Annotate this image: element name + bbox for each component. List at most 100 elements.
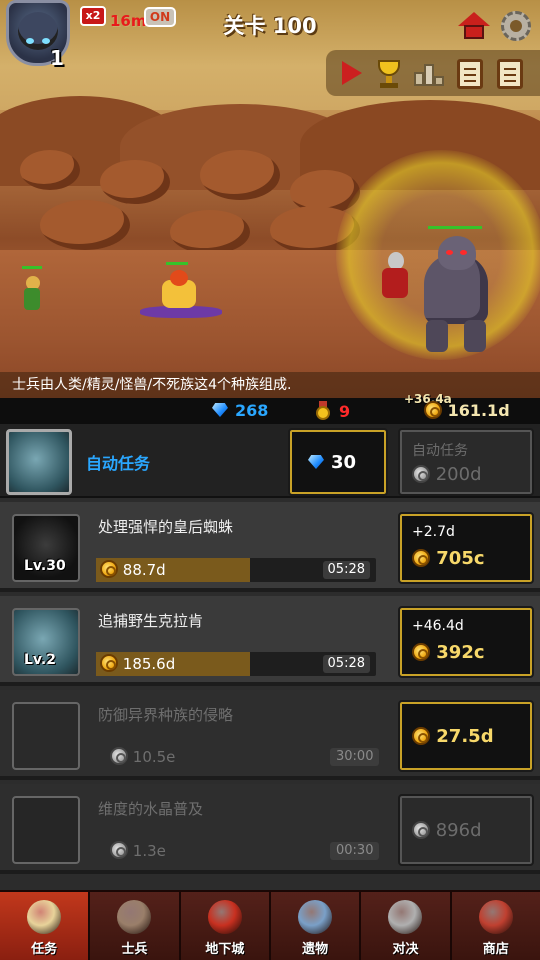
medal-amount: 9	[339, 402, 351, 421]
nav-label: 士兵	[121, 942, 148, 957]
quest-timer: 00:30	[330, 842, 380, 860]
quest-level: Lv.30	[24, 558, 66, 574]
play-video-icon[interactable]	[334, 56, 368, 90]
auto-task-gem-button[interactable]: 30	[288, 428, 388, 496]
elf-soldier	[18, 276, 46, 316]
rock	[20, 150, 80, 190]
auto-task-row: 自动任务 30 自动任务 200d	[0, 424, 540, 498]
nav-label: 地下城	[205, 942, 245, 957]
bottom-nav: 任务 士兵 地下城 遗物 对决 商店	[0, 890, 540, 960]
rock-golem-enemy[interactable]	[418, 236, 496, 354]
quest-reward: 88.7d	[122, 561, 166, 579]
auto-task-gold-label: 自动任务	[412, 443, 468, 459]
nav-tab-soldiers[interactable]: 士兵	[90, 892, 181, 960]
quest-row[interactable]: Lv.30 处理强悍的皇后蜘蛛 88.7d 05:28 +2.7d 705c	[0, 502, 540, 592]
quest-name: 维度的水晶普及	[98, 800, 204, 818]
quest-list: 自动任务 30 自动任务 200d Lv.30 处理强悍的皇后蜘蛛 88.7d …	[0, 424, 540, 894]
tool-bar	[326, 50, 540, 96]
coin-icon	[412, 549, 430, 567]
coin-icon	[412, 821, 430, 839]
gem-counter: 268	[212, 401, 268, 421]
auto-task-gem-cost: 30	[331, 452, 357, 473]
nav-label: 对决	[392, 942, 419, 957]
tip-text: 士兵由人类/精灵/怪兽/不死族这4个种族组成.	[0, 372, 540, 398]
player-level: 1	[50, 46, 64, 70]
nav-tab-relics[interactable]: 遗物	[270, 892, 362, 960]
gear-icon[interactable]	[498, 8, 534, 44]
auto-task-label: 自动任务	[86, 454, 151, 473]
rock	[200, 150, 280, 200]
nav-label: 任务	[31, 942, 58, 957]
kraken-portrait-icon	[6, 429, 72, 495]
unlock-cost: 27.5d	[436, 726, 494, 747]
quest-name: 追捕野生克拉肯	[98, 612, 204, 630]
upgrade-cost: 705c	[436, 548, 485, 569]
nav-tab-dungeon[interactable]: 地下城	[180, 892, 271, 960]
nav-label: 遗物	[302, 942, 329, 957]
coin-icon	[424, 401, 442, 419]
medal-counter: 9	[316, 401, 350, 421]
enemy-hp-bar	[428, 226, 482, 229]
quest-name: 处理强悍的皇后蜘蛛	[98, 518, 234, 536]
nav-tab-quests[interactable]: 任务	[0, 892, 91, 960]
trophy-icon[interactable]	[372, 56, 406, 90]
coin-icon	[412, 465, 430, 483]
shop-icon	[478, 900, 513, 934]
nav-tab-shop[interactable]: 商店	[451, 892, 540, 960]
shield-icon	[12, 702, 80, 770]
unlock-cost: 896d	[435, 820, 482, 841]
dungeon-icon	[207, 900, 242, 934]
quest-row[interactable]: 维度的水晶普及 1.3e 00:30 896d	[0, 784, 540, 874]
knight-soldier	[374, 252, 416, 312]
quest-progress-bar: 185.6d 05:28	[96, 652, 376, 676]
quest-upgrade-button[interactable]: +46.4d 392c	[398, 606, 534, 678]
quest-reward: 10.5e	[132, 748, 176, 766]
coin-icon	[412, 727, 430, 745]
coin-icon	[110, 841, 128, 859]
crystal-icon	[12, 796, 80, 864]
resource-bar: 268 9 +36.4a 161.1d	[0, 392, 540, 424]
coin-icon	[100, 560, 118, 578]
quest-level: Lv.2	[24, 652, 56, 668]
swords-icon	[388, 900, 423, 934]
nav-tab-duel[interactable]: 对决	[361, 892, 452, 960]
upgrade-cost: 392c	[436, 642, 485, 663]
quest-name: 防御异界种族的侵略	[98, 706, 234, 724]
rock	[170, 210, 250, 254]
home-icon[interactable]	[456, 8, 492, 44]
quest-upgrade-button[interactable]: +2.7d 705c	[398, 512, 534, 584]
soldier-hp-bar	[22, 266, 42, 269]
notice-book-icon[interactable]	[492, 56, 526, 90]
relic-icon	[298, 900, 333, 934]
scroll-icon	[27, 900, 62, 934]
quest-row[interactable]: 防御异界种族的侵略 10.5e 30:00 27.5d	[0, 690, 540, 780]
coin-icon	[412, 643, 430, 661]
nav-label: 商店	[482, 942, 509, 957]
quest-row[interactable]: Lv.2 追捕野生克拉肯 185.6d 05:28 +46.4d 392c	[0, 596, 540, 686]
medal-icon	[316, 401, 330, 420]
upgrade-delta: +46.4d	[412, 618, 464, 634]
coin-icon	[100, 654, 118, 672]
quest-reward: 1.3e	[132, 842, 166, 860]
carpet-rider-soldier	[140, 270, 222, 322]
quest-unlock-button[interactable]: 27.5d	[398, 700, 534, 772]
quest-reward: 185.6d	[122, 655, 176, 673]
auto-task-gold-button[interactable]: 自动任务 200d	[398, 428, 534, 496]
soldier-hp-bar	[166, 262, 188, 265]
gem-icon	[212, 403, 228, 417]
gem-icon	[308, 455, 324, 469]
gold-amount: 161.1d	[447, 401, 510, 420]
upgrade-delta: +2.7d	[412, 524, 455, 540]
quest-unlock-button[interactable]: 896d	[398, 794, 534, 866]
coin-icon	[110, 747, 128, 765]
quest-timer: 30:00	[330, 748, 380, 766]
rock	[100, 160, 170, 204]
auto-task-gold-cost: 200d	[435, 464, 482, 485]
quest-timer: 05:28	[322, 561, 370, 579]
rock	[40, 200, 130, 250]
battle-scene: 1 x2 16m ON 关卡 100 士兵由人类/精灵/怪兽/不死族这4个种族组…	[0, 0, 540, 398]
ranking-podium-icon[interactable]	[412, 56, 446, 90]
soldier-icon	[117, 900, 152, 934]
gem-amount: 268	[235, 401, 269, 420]
quest-book-icon[interactable]	[452, 56, 486, 90]
